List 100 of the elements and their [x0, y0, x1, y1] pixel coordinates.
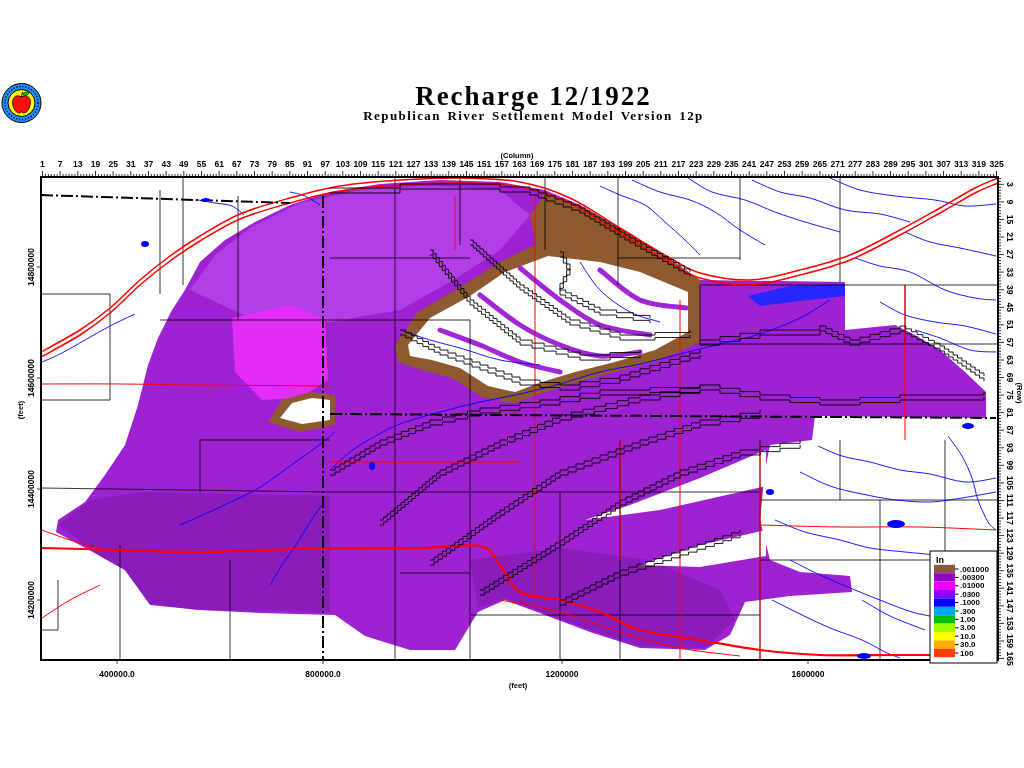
row-tick-label: 75 — [1005, 390, 1015, 400]
row-tick-label: 51 — [1005, 320, 1015, 330]
column-tick-label: 145 — [459, 159, 474, 169]
column-tick-label: 115 — [371, 159, 385, 169]
row-tick-label: 87 — [1005, 425, 1015, 435]
column-tick-label: 121 — [388, 159, 403, 169]
row-tick-label: 129 — [1005, 546, 1015, 561]
row-tick-label: 147 — [1005, 598, 1015, 613]
column-tick-label: 73 — [249, 159, 260, 169]
legend-title: In — [936, 555, 944, 565]
column-tick-label: 139 — [441, 159, 456, 169]
apple-emblem-icon — [1, 82, 42, 124]
legend-tick-label: 3.00 — [960, 623, 976, 633]
column-tick-label: 169 — [530, 159, 545, 169]
row-tick-label: 93 — [1005, 443, 1015, 453]
column-tick-label: 55 — [196, 159, 207, 169]
column-tick-label: 235 — [724, 159, 739, 169]
column-tick-label: 109 — [353, 159, 368, 169]
column-tick-label: 31 — [126, 159, 136, 169]
row-tick-label: 99 — [1005, 460, 1015, 471]
column-tick-label: 223 — [689, 159, 704, 169]
row-tick-label: 15 — [1005, 214, 1015, 225]
lake-shape — [141, 241, 149, 247]
column-tick-label: 43 — [161, 159, 171, 169]
x-tick-label: 1200000 — [545, 669, 579, 679]
row-tick-label: 165 — [1005, 651, 1015, 666]
column-tick-label: 211 — [654, 159, 668, 169]
lake-shape — [857, 653, 871, 659]
column-tick-label: 103 — [335, 159, 350, 169]
column-tick-label: 133 — [424, 159, 439, 169]
legend-tick-label: 1.00 — [960, 614, 976, 624]
legend-tick-label: .00300 — [960, 572, 985, 582]
column-tick-label: 229 — [706, 159, 721, 169]
column-tick-label: 127 — [406, 159, 421, 169]
row-tick-label: 123 — [1005, 528, 1015, 543]
column-tick-label: 325 — [989, 159, 1004, 169]
column-tick-label: 151 — [477, 159, 492, 169]
column-tick-label: 7 — [57, 159, 63, 169]
column-tick-label: 301 — [918, 159, 933, 169]
column-tick-label: 37 — [143, 159, 154, 169]
column-tick-label: 313 — [954, 159, 969, 169]
row-tick-label: 33 — [1005, 267, 1015, 277]
column-tick-label: 91 — [302, 159, 313, 169]
legend-tick-label: 100 — [960, 648, 974, 658]
x-tick-label: 400000.0 — [99, 669, 135, 679]
column-tick-label: 49 — [179, 159, 189, 169]
column-tick-label: 205 — [636, 159, 651, 169]
lake-shape — [887, 520, 905, 528]
lake-shape — [369, 462, 375, 470]
column-tick-label: 247 — [759, 159, 774, 169]
column-tick-label: 283 — [865, 159, 880, 169]
column-tick-label: 79 — [267, 159, 277, 169]
column-tick-label: 307 — [936, 159, 951, 169]
row-tick-label: 57 — [1005, 337, 1015, 348]
column-tick-label: 25 — [108, 159, 118, 169]
legend-tick-label: 30.0 — [960, 640, 976, 650]
column-tick-label: 19 — [90, 159, 101, 169]
column-tick-label: 259 — [795, 159, 810, 169]
no-recharge-gap — [280, 398, 330, 424]
row-tick-label: 153 — [1005, 616, 1015, 631]
column-tick-label: 253 — [777, 159, 792, 169]
row-tick-label: 81 — [1005, 407, 1015, 418]
column-tick-label: 187 — [583, 159, 598, 169]
row-tick-label: 3 — [1005, 181, 1015, 187]
column-tick-label: 181 — [565, 159, 580, 169]
column-tick-label: 13 — [73, 159, 83, 169]
row-tick-label: 63 — [1005, 355, 1015, 365]
column-tick-label: 67 — [232, 159, 242, 169]
x-tick-label: 1600000 — [791, 669, 825, 679]
column-tick-label: 97 — [320, 159, 330, 169]
row-tick-label: 45 — [1005, 302, 1015, 312]
legend-tick-label: .001000 — [960, 564, 989, 574]
y-tick-label: 14200000 — [26, 581, 36, 619]
y-tick-label: 14400000 — [26, 470, 36, 508]
column-tick-label: 289 — [883, 159, 898, 169]
column-tick-label: 271 — [830, 159, 845, 169]
map-title: Recharge 12/1922 — [414, 82, 653, 110]
row-tick-label: 21 — [1005, 232, 1015, 242]
column-tick-label: 163 — [512, 159, 527, 169]
row-tick-label: 9 — [1005, 199, 1015, 205]
column-tick-label: 193 — [600, 159, 615, 169]
column-tick-label: 217 — [671, 159, 686, 169]
row-tick-label: 159 — [1005, 633, 1015, 649]
column-tick-label: 265 — [812, 159, 827, 169]
column-tick-label: 277 — [848, 159, 863, 169]
lake-shape — [202, 198, 210, 202]
row-tick-label: 69 — [1005, 372, 1015, 383]
legend-tick-label: .300 — [960, 606, 976, 616]
legend-tick-label: .0300 — [960, 589, 981, 599]
column-tick-label: 295 — [901, 159, 916, 169]
x-tick-label: 800000.0 — [305, 669, 341, 679]
column-tick-label: 241 — [742, 159, 757, 169]
legend-tick-label: .1000 — [960, 598, 981, 608]
row-tick-label: 135 — [1005, 563, 1015, 578]
row-tick-label: 117 — [1005, 511, 1015, 525]
lake-shape — [766, 489, 774, 495]
column-tick-label: 61 — [214, 159, 224, 169]
column-tick-label: 175 — [547, 159, 562, 169]
row-tick-label: 141 — [1005, 581, 1015, 596]
column-tick-label: 199 — [618, 159, 633, 169]
